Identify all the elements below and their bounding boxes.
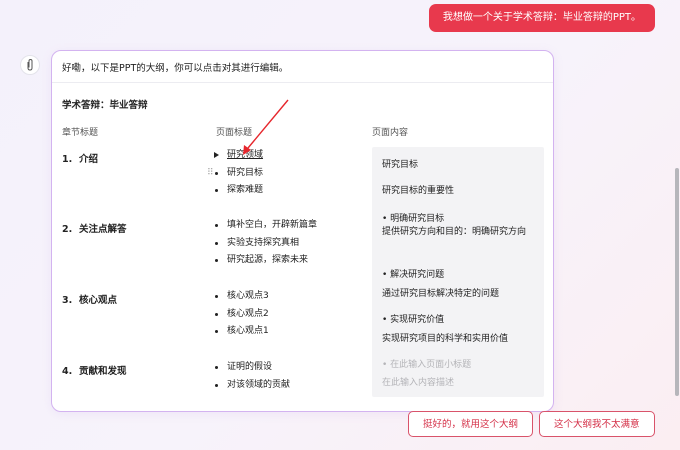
- outline-card: 好嘞，以下是PPT的大纲，你可以点击对其进行编辑。 学术答辩：毕业答辩 章节标题…: [51, 50, 554, 412]
- page-item[interactable]: 探索难题: [214, 182, 263, 200]
- page-item[interactable]: 研究起源，探索未来: [214, 252, 317, 270]
- page-item[interactable]: 核心观点3: [214, 288, 269, 306]
- column-header-content: 页面内容: [372, 128, 409, 138]
- drag-handle-icon[interactable]: ⠿: [207, 168, 214, 178]
- page-item[interactable]: 核心观点2: [214, 306, 269, 324]
- page-list: 研究领域 ⠿ 研究目标 探索难题: [207, 147, 263, 200]
- chapter-title[interactable]: 3. 核心观点: [62, 292, 117, 306]
- content-item-desc[interactable]: 通过研究目标解决特定的问题: [382, 286, 499, 299]
- page-item[interactable]: 对该领域的贡献: [214, 377, 290, 395]
- reject-outline-button[interactable]: 这个大纲我不太满意: [539, 411, 655, 437]
- column-header-chapter: 章节标题: [62, 128, 99, 138]
- content-desc-placeholder[interactable]: 在此输入内容描述: [382, 375, 454, 388]
- paperclip-icon: [27, 58, 33, 71]
- page-item[interactable]: 实验支持探究真相: [214, 235, 317, 253]
- page-item-selected[interactable]: 研究领域: [214, 147, 263, 165]
- content-item-title[interactable]: • 明确研究目标: [382, 211, 444, 224]
- content-item-title[interactable]: • 实现研究价值: [382, 312, 444, 325]
- outline-title[interactable]: 学术答辩：毕业答辩: [62, 97, 148, 111]
- page-list: 填补空白，开辟新篇章 实验支持探究真相 研究起源，探索未来: [214, 217, 317, 270]
- page-content-panel[interactable]: 研究目标 研究目标的重要性 • 明确研究目标 提供研究方向和目的：明确研究方向 …: [372, 147, 544, 397]
- content-item-title[interactable]: • 解决研究问题: [382, 267, 444, 280]
- divider: [52, 82, 553, 83]
- content-heading[interactable]: 研究目标: [382, 157, 418, 170]
- scrollbar[interactable]: [675, 168, 679, 396]
- user-message-bubble: 我想做一个关于学术答辩：毕业答辩的PPT。: [428, 4, 655, 32]
- content-item-desc[interactable]: 提供研究方向和目的：明确研究方向: [382, 226, 537, 239]
- caret-right-icon: [214, 152, 219, 158]
- page-list: 核心观点3 核心观点2 核心观点1: [214, 288, 269, 341]
- bot-intro-text: 好嘞，以下是PPT的大纲，你可以点击对其进行编辑。: [62, 63, 289, 74]
- chapter-title[interactable]: 4. 贡献和发现: [62, 363, 127, 377]
- column-header-page: 页面标题: [216, 128, 253, 138]
- content-item-desc[interactable]: 实现研究项目的科学和实用价值: [382, 331, 508, 344]
- content-title-placeholder[interactable]: • 在此输入页面小标题: [382, 357, 471, 370]
- page-item[interactable]: 核心观点1: [214, 323, 269, 341]
- bot-avatar: [20, 55, 40, 75]
- page-item[interactable]: 填补空白，开辟新篇章: [214, 217, 317, 235]
- content-subheading[interactable]: 研究目标的重要性: [382, 183, 454, 196]
- page-list: 证明的假设 对该领域的贡献: [214, 359, 290, 394]
- page-item[interactable]: ⠿ 研究目标: [207, 165, 263, 183]
- chapter-title[interactable]: 2. 关注点解答: [62, 221, 127, 235]
- chapter-title[interactable]: 1. 介绍: [62, 151, 98, 165]
- page-item[interactable]: 证明的假设: [214, 359, 290, 377]
- accept-outline-button[interactable]: 挺好的，就用这个大纲: [408, 411, 534, 437]
